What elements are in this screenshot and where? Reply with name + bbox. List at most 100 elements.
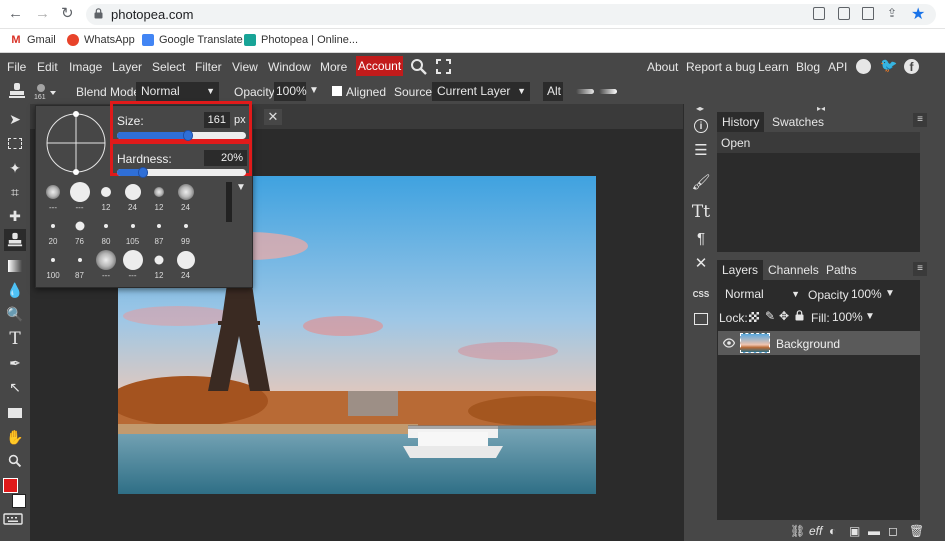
brush-preset[interactable]: --- bbox=[40, 181, 66, 212]
hardness-slider-handle[interactable] bbox=[137, 167, 148, 178]
size-slider-handle[interactable] bbox=[182, 130, 193, 141]
hand-tool-icon[interactable]: ✋ bbox=[4, 426, 26, 448]
gradient-tool-icon[interactable] bbox=[4, 255, 26, 277]
bookmark-whatsapp[interactable]: WhatsApp bbox=[67, 34, 135, 46]
brush-preset[interactable]: 87 bbox=[67, 249, 93, 280]
css-icon[interactable]: CSS bbox=[690, 283, 712, 305]
reddit-icon[interactable] bbox=[856, 59, 871, 74]
menu-more[interactable]: More bbox=[320, 60, 347, 74]
facebook-icon[interactable]: f bbox=[904, 59, 919, 74]
menu-window[interactable]: Window bbox=[268, 60, 311, 74]
brush-preset[interactable]: --- bbox=[120, 249, 146, 280]
bookmark-star-icon[interactable]: ★ bbox=[911, 4, 925, 24]
hardness-input[interactable]: 20% bbox=[204, 150, 247, 166]
menu-about[interactable]: About bbox=[647, 60, 678, 74]
brush-preset[interactable]: 100 bbox=[40, 249, 66, 280]
layer-effects-icon[interactable]: eff bbox=[809, 524, 822, 538]
brush-angle-widget[interactable] bbox=[44, 111, 108, 175]
bookmark-photopea[interactable]: Photopea | Online... bbox=[244, 34, 358, 46]
tab-paths[interactable]: Paths bbox=[821, 260, 862, 280]
bookmark-gmail[interactable]: M Gmail bbox=[10, 34, 56, 46]
zoom-tool-icon[interactable] bbox=[4, 450, 26, 472]
brush-preset[interactable]: 12 bbox=[146, 249, 172, 280]
menu-filter[interactable]: Filter bbox=[195, 60, 222, 74]
adjustment-layer-icon[interactable]: ◐ bbox=[829, 524, 836, 538]
path-select-tool-icon[interactable]: ↖ bbox=[4, 376, 26, 398]
fill-input[interactable]: 100% bbox=[830, 308, 863, 327]
menu-blog[interactable]: Blog bbox=[796, 60, 820, 74]
history-panel-menu-icon[interactable]: ≡ bbox=[913, 113, 927, 127]
brush-preset[interactable]: 24 bbox=[173, 181, 199, 212]
menu-api[interactable]: API bbox=[828, 60, 847, 74]
opacity-dropdown-icon[interactable]: ▼ bbox=[309, 85, 319, 96]
blur-tool-icon[interactable]: 💧 bbox=[4, 279, 26, 301]
layer-mask-icon[interactable]: ▣ bbox=[849, 524, 860, 538]
brush-preset[interactable]: 80 bbox=[93, 215, 119, 246]
aligned-checkbox[interactable] bbox=[332, 86, 342, 96]
brush-preset[interactable]: 24 bbox=[120, 181, 146, 212]
info-icon[interactable]: i bbox=[690, 115, 712, 137]
menu-learn[interactable]: Learn bbox=[758, 60, 789, 74]
preset-scrollbar[interactable] bbox=[226, 182, 232, 222]
menu-edit[interactable]: Edit bbox=[37, 60, 58, 74]
link-layers-icon[interactable]: ⛓ bbox=[790, 524, 805, 538]
blend-mode-select[interactable]: Normal ▼ bbox=[136, 82, 219, 101]
clone-stamp-tool-icon[interactable] bbox=[4, 229, 26, 251]
reload-icon[interactable]: ↻ bbox=[61, 6, 74, 22]
layer-blend-select[interactable]: Normal ▼ bbox=[720, 285, 804, 304]
account-button[interactable]: Account bbox=[356, 56, 403, 76]
brush-preset[interactable]: --- bbox=[93, 249, 119, 280]
lock-position-icon[interactable]: ✥ bbox=[779, 309, 789, 323]
visibility-eye-icon[interactable] bbox=[722, 337, 736, 348]
hardness-slider[interactable] bbox=[117, 167, 246, 178]
background-color-swatch[interactable] bbox=[12, 494, 26, 508]
clone-stamp-tool-icon[interactable] bbox=[8, 82, 26, 100]
brush-preset[interactable]: 105 bbox=[120, 215, 146, 246]
lock-transparency-icon[interactable] bbox=[749, 312, 759, 322]
brush-preset[interactable]: --- bbox=[67, 181, 93, 212]
layer-opacity-input[interactable]: 100% bbox=[849, 285, 882, 304]
page-icon[interactable] bbox=[862, 7, 874, 20]
menu-file[interactable]: File bbox=[7, 60, 26, 74]
layers-panel-menu-icon[interactable]: ≡ bbox=[913, 262, 927, 276]
rectangle-tool-icon[interactable] bbox=[4, 402, 26, 424]
forward-arrow-icon[interactable]: → bbox=[35, 6, 50, 22]
pen-tool-icon[interactable]: ✒ bbox=[4, 352, 26, 374]
tab-swatches[interactable]: Swatches bbox=[767, 112, 829, 132]
new-layer-icon[interactable]: ◻ bbox=[888, 524, 898, 538]
brush-preset[interactable]: 99 bbox=[173, 215, 199, 246]
character-icon[interactable]: Tt bbox=[690, 201, 712, 223]
brush-preset[interactable]: 87 bbox=[146, 215, 172, 246]
bookmark-google-translate[interactable]: Google Translate bbox=[142, 34, 243, 46]
image-icon[interactable] bbox=[690, 308, 712, 330]
delete-layer-icon[interactable]: 🗑 bbox=[909, 524, 924, 538]
brush-preset[interactable]: 12 bbox=[146, 181, 172, 212]
brush-preset[interactable]: 24 bbox=[173, 249, 199, 280]
address-bar[interactable] bbox=[86, 4, 936, 25]
keyboard-icon[interactable] bbox=[3, 513, 25, 525]
fullscreen-icon[interactable] bbox=[436, 59, 451, 74]
crop-tool-icon[interactable]: ⌗ bbox=[4, 181, 26, 203]
brush-preset[interactable]: 20 bbox=[40, 215, 66, 246]
collapse-arrows-icon[interactable]: ◂▸ bbox=[696, 104, 704, 113]
alt-button[interactable]: Alt bbox=[543, 82, 563, 101]
brush-panel-icon[interactable]: 🖌 bbox=[690, 171, 712, 193]
move-tool-icon[interactable]: ➤ bbox=[4, 108, 26, 130]
share-icon[interactable]: ⇪ bbox=[887, 6, 899, 20]
menu-image[interactable]: Image bbox=[69, 60, 102, 74]
tab-channels[interactable]: Channels bbox=[763, 260, 824, 280]
lock-all-icon[interactable] bbox=[795, 310, 804, 321]
menu-layer[interactable]: Layer bbox=[112, 60, 142, 74]
brush-preset[interactable]: 12 bbox=[93, 181, 119, 212]
tools-settings-icon[interactable]: ✕ bbox=[690, 252, 712, 274]
cast-icon[interactable] bbox=[813, 7, 825, 20]
type-tool-icon[interactable]: T bbox=[4, 328, 26, 350]
search-icon[interactable] bbox=[410, 58, 428, 76]
tab-layers[interactable]: Layers bbox=[717, 260, 764, 280]
smoothing-icon[interactable] bbox=[599, 89, 617, 94]
airbrush-icon[interactable] bbox=[576, 89, 594, 94]
marquee-tool-icon[interactable] bbox=[4, 132, 26, 154]
size-slider[interactable] bbox=[117, 130, 246, 141]
twitter-icon[interactable]: 🐦 bbox=[880, 57, 897, 74]
paragraph-icon[interactable]: ¶ bbox=[690, 227, 712, 249]
